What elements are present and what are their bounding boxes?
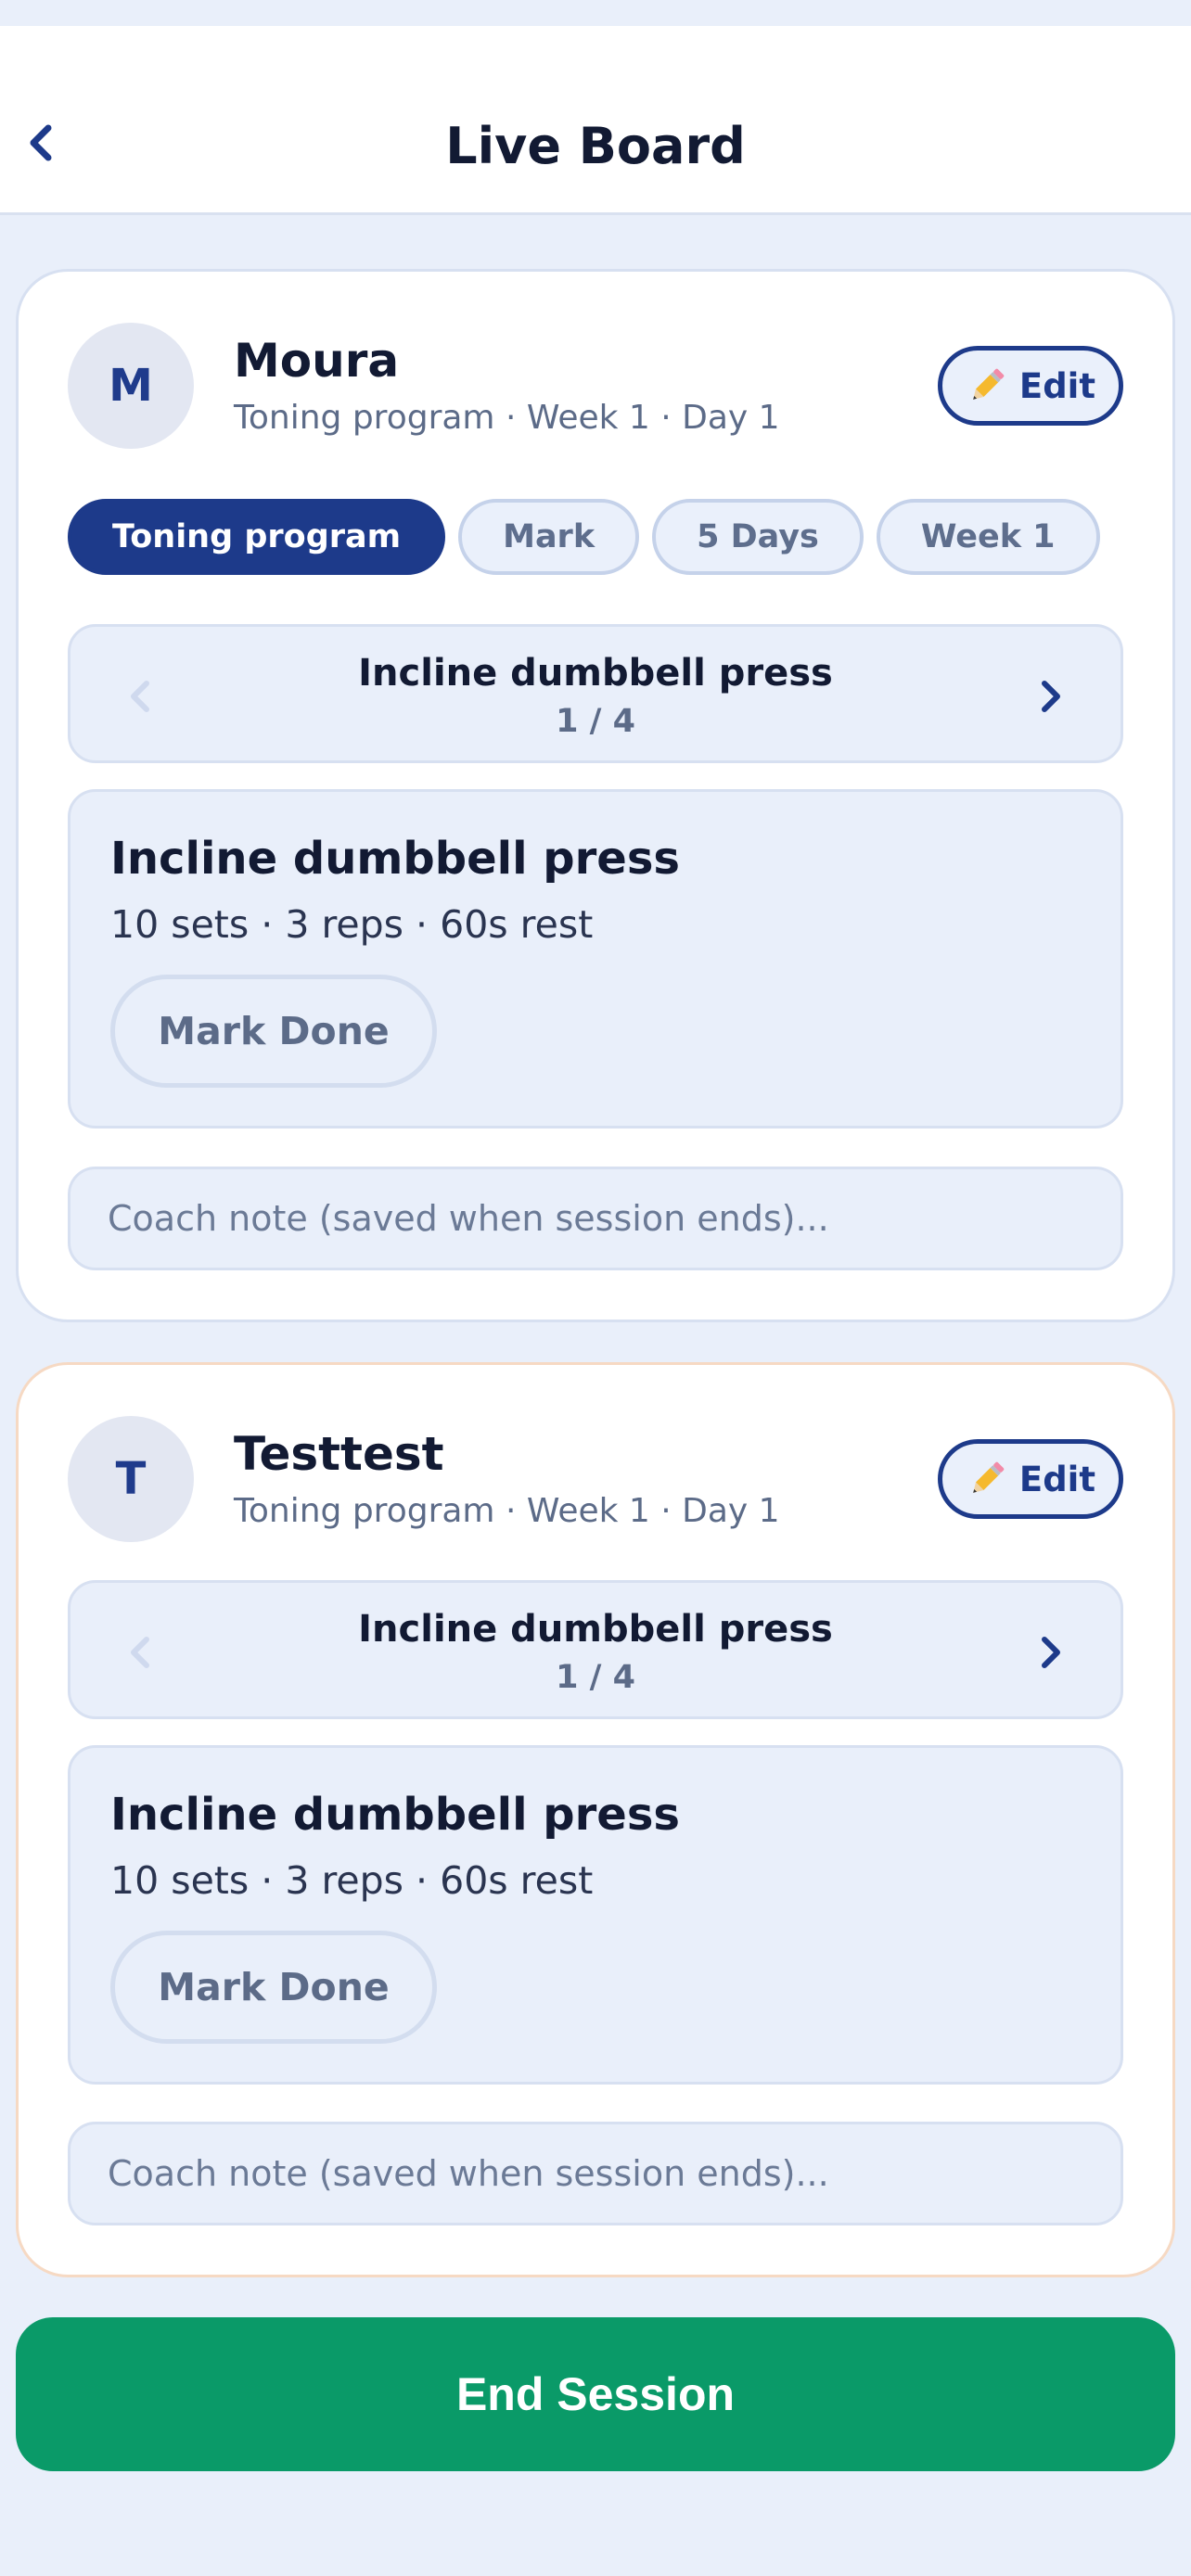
pencil-icon bbox=[973, 368, 1005, 400]
client-program-subtitle: Toning program · Week 1 · Day 1 bbox=[234, 1492, 780, 1530]
chevron-right-icon bbox=[1042, 1637, 1060, 1668]
chevron-right-icon bbox=[1042, 681, 1060, 712]
pencil-icon bbox=[973, 1461, 1005, 1493]
client-card-moura: M Moura Toning program · Week 1 · Day 1 … bbox=[16, 269, 1175, 1322]
exercise-position: 1 / 4 bbox=[556, 703, 635, 740]
exercise-name: Incline dumbbell press bbox=[358, 652, 833, 695]
client-name: Moura bbox=[234, 334, 400, 388]
chip-week-1[interactable]: Week 1 bbox=[876, 499, 1100, 575]
top-bar: Live Board bbox=[0, 26, 1191, 215]
exercise-detail-panel: Incline dumbbell press 10 sets · 3 reps … bbox=[68, 789, 1123, 1129]
avatar: T bbox=[68, 1416, 194, 1542]
chip-mark[interactable]: Mark bbox=[458, 499, 640, 575]
end-session-button[interactable]: End Session bbox=[16, 2317, 1175, 2471]
program-filter-chips: Toning program Mark 5 Days Week 1 bbox=[68, 499, 1100, 575]
coach-note-input[interactable] bbox=[68, 2122, 1123, 2225]
edit-button[interactable]: Edit bbox=[938, 346, 1123, 426]
exercise-position: 1 / 4 bbox=[556, 1659, 635, 1696]
edit-button[interactable]: Edit bbox=[938, 1439, 1123, 1519]
mark-done-button[interactable]: Mark Done bbox=[110, 975, 437, 1088]
coach-note-input[interactable] bbox=[68, 1167, 1123, 1270]
exercise-detail-panel: Incline dumbbell press 10 sets · 3 reps … bbox=[68, 1745, 1123, 2085]
exercise-title: Incline dumbbell press bbox=[110, 1789, 680, 1841]
page-title: Live Board bbox=[445, 117, 746, 175]
edit-label: Edit bbox=[1018, 1459, 1096, 1499]
client-card-testtest: T Testtest Toning program · Week 1 · Day… bbox=[16, 1362, 1175, 2277]
mark-done-button[interactable]: Mark Done bbox=[110, 1931, 437, 2044]
exercise-navigator: Incline dumbbell press 1 / 4 bbox=[68, 624, 1123, 763]
edit-label: Edit bbox=[1018, 365, 1096, 406]
exercise-meta: 10 sets · 3 reps · 60s rest bbox=[110, 1858, 594, 1903]
chip-5-days[interactable]: 5 Days bbox=[652, 499, 864, 575]
chip-toning-program[interactable]: Toning program bbox=[68, 499, 446, 575]
avatar: M bbox=[68, 323, 194, 449]
client-program-subtitle: Toning program · Week 1 · Day 1 bbox=[234, 399, 780, 437]
exercise-name: Incline dumbbell press bbox=[358, 1608, 833, 1651]
client-name: Testtest bbox=[234, 1427, 444, 1481]
live-board-screen: Live Board M Moura Toning program · Week… bbox=[0, 0, 1191, 2576]
next-exercise-button[interactable] bbox=[1018, 1620, 1083, 1685]
exercise-title: Incline dumbbell press bbox=[110, 833, 680, 885]
exercise-meta: 10 sets · 3 reps · 60s rest bbox=[110, 902, 594, 947]
next-exercise-button[interactable] bbox=[1018, 664, 1083, 729]
exercise-navigator: Incline dumbbell press 1 / 4 bbox=[68, 1580, 1123, 1719]
